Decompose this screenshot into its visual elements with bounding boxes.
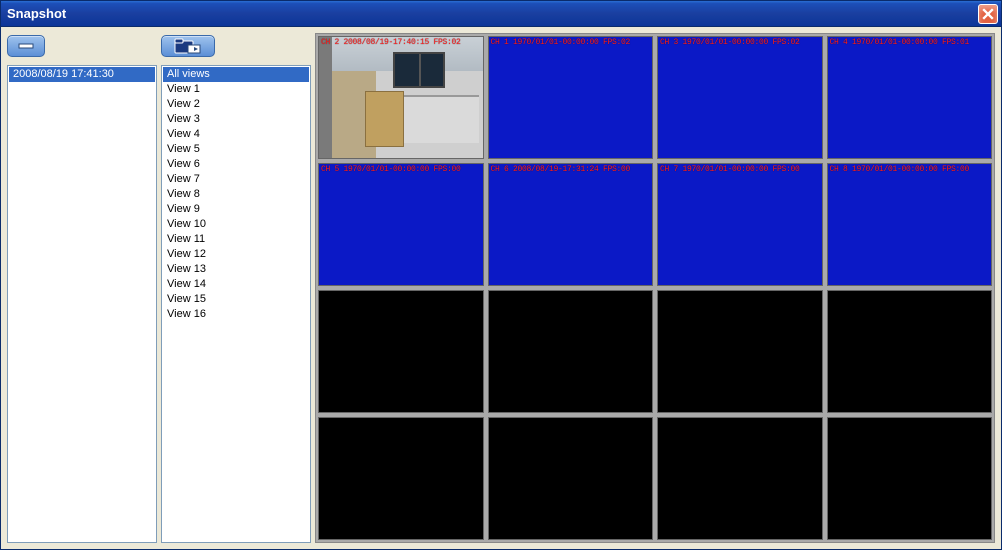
view-item[interactable]: View 4 (163, 127, 309, 142)
close-button[interactable] (978, 4, 998, 24)
video-cell[interactable]: CH 7 1970/01/01-00:00:00 FPS:00 (657, 163, 823, 286)
video-overlay-text: CH 3 1970/01/01-00:00:00 FPS:02 (660, 38, 800, 47)
view-item[interactable]: View 10 (163, 217, 309, 232)
video-cell[interactable] (318, 417, 484, 540)
timestamp-list[interactable]: 2008/08/19 17:41:30 (7, 65, 157, 543)
collapse-button[interactable] (7, 35, 45, 57)
video-grid: CH 2 2008/08/19-17:40:15 FPS:02 CH 1 1970… (315, 33, 995, 543)
view-item[interactable]: All views (163, 67, 309, 82)
video-cell[interactable]: CH 5 1970/01/01-00:00:00 FPS:00 (318, 163, 484, 286)
video-overlay-text: CH 7 1970/01/01-00:00:00 FPS:00 (660, 165, 800, 174)
video-cell[interactable] (657, 417, 823, 540)
video-cell[interactable]: CH 4 1970/01/01-00:00:00 FPS:01 (827, 36, 993, 159)
video-cell[interactable]: CH 1 1970/01/01-00:00:00 FPS:02 (488, 36, 654, 159)
view-item[interactable]: View 6 (163, 157, 309, 172)
video-cell[interactable]: CH 6 2008/08/19-17:31:24 FPS:00 (488, 163, 654, 286)
folder-export-icon (174, 38, 202, 54)
minus-icon (17, 41, 35, 51)
view-item[interactable]: View 11 (163, 232, 309, 247)
video-cell[interactable]: CH 2 2008/08/19-17:40:15 FPS:02 (318, 36, 484, 159)
view-item[interactable]: View 1 (163, 82, 309, 97)
video-overlay-text: CH 6 2008/08/19-17:31:24 FPS:00 (491, 165, 631, 174)
view-item[interactable]: View 3 (163, 112, 309, 127)
content-area: 2008/08/19 17:41:30 All viewsView 1View … (1, 27, 1001, 549)
view-item[interactable]: View 8 (163, 187, 309, 202)
view-item[interactable]: View 14 (163, 277, 309, 292)
video-overlay-text: CH 4 1970/01/01-00:00:00 FPS:01 (830, 38, 970, 47)
timestamp-panel: 2008/08/19 17:41:30 (7, 33, 157, 543)
video-cell[interactable] (827, 417, 993, 540)
timestamp-item[interactable]: 2008/08/19 17:41:30 (9, 67, 155, 82)
video-overlay-text: CH 5 1970/01/01-00:00:00 FPS:00 (321, 165, 461, 174)
video-overlay-text: CH 1 1970/01/01-00:00:00 FPS:02 (491, 38, 631, 47)
video-cell[interactable]: CH 3 1970/01/01-00:00:00 FPS:02 (657, 36, 823, 159)
views-list[interactable]: All viewsView 1View 2View 3View 4View 5V… (161, 65, 311, 543)
video-cell[interactable] (488, 417, 654, 540)
view-item[interactable]: View 12 (163, 247, 309, 262)
view-item[interactable]: View 15 (163, 292, 309, 307)
window-title: Snapshot (7, 6, 978, 21)
close-icon (982, 8, 994, 20)
video-cell[interactable] (318, 290, 484, 413)
video-cell[interactable]: CH 8 1970/01/01-00:00:00 FPS:00 (827, 163, 993, 286)
export-button[interactable] (161, 35, 215, 57)
video-cell[interactable] (488, 290, 654, 413)
mid-toolbar (161, 33, 311, 59)
video-overlay-text: CH 2 2008/08/19-17:40:15 FPS:02 (321, 38, 461, 47)
view-item[interactable]: View 2 (163, 97, 309, 112)
view-item[interactable]: View 7 (163, 172, 309, 187)
left-toolbar (7, 33, 157, 59)
video-cell[interactable] (657, 290, 823, 413)
video-overlay-text: CH 8 1970/01/01-00:00:00 FPS:00 (830, 165, 970, 174)
view-item[interactable]: View 13 (163, 262, 309, 277)
view-item[interactable]: View 9 (163, 202, 309, 217)
views-panel: All viewsView 1View 2View 3View 4View 5V… (161, 33, 311, 543)
video-cell[interactable] (827, 290, 993, 413)
snapshot-window: Snapshot 2008/08/19 17:41:30 (0, 0, 1002, 550)
view-item[interactable]: View 16 (163, 307, 309, 322)
view-item[interactable]: View 5 (163, 142, 309, 157)
video-thumbnail (319, 37, 483, 158)
titlebar: Snapshot (1, 1, 1001, 27)
